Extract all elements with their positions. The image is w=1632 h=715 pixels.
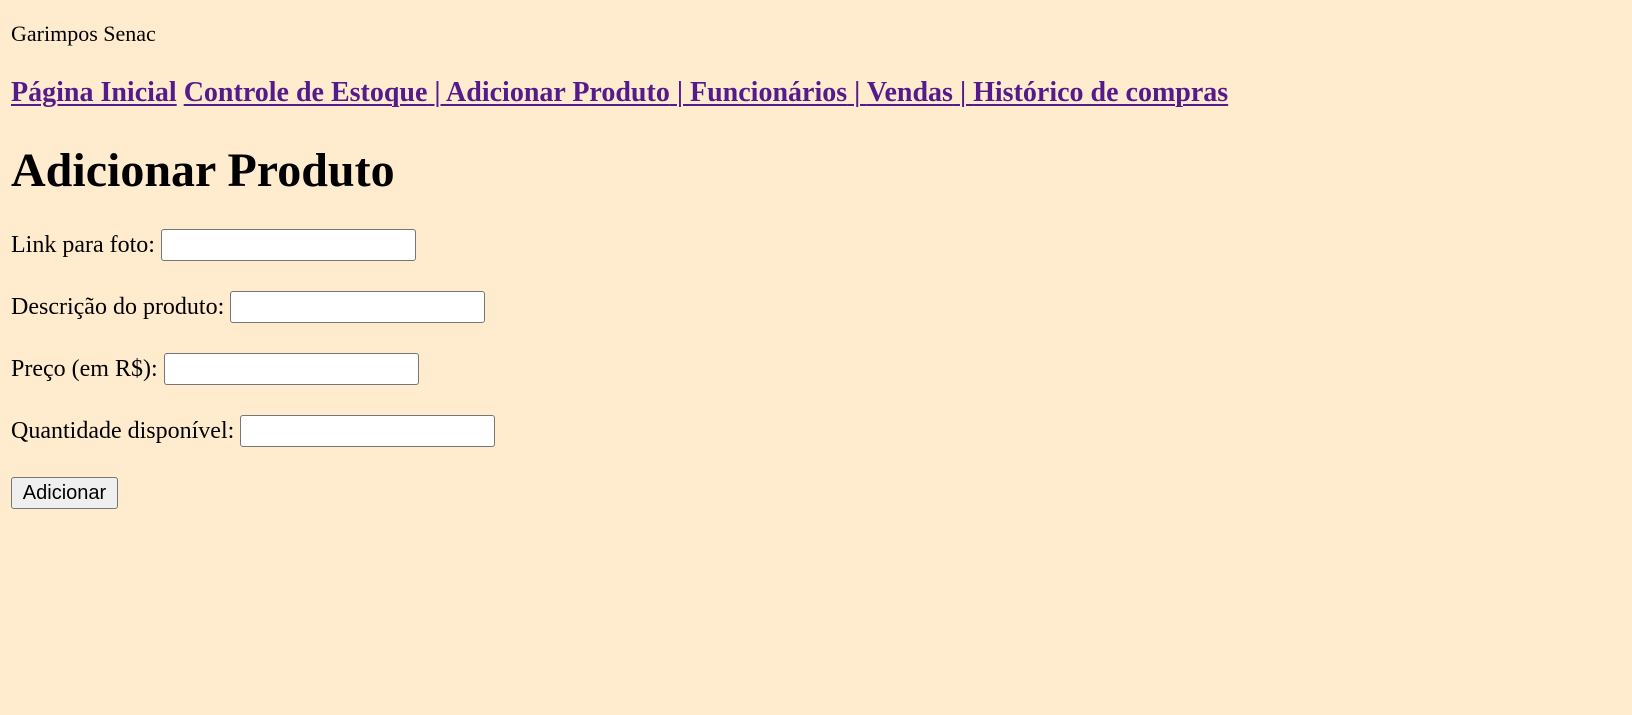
- foto-link-input[interactable]: [160, 229, 416, 261]
- form-row-preco: Preço (em R$):: [11, 353, 419, 385]
- form-row-foto: Link para foto:: [11, 229, 416, 261]
- descricao-label: Descrição do produto:: [11, 294, 225, 320]
- preco-input[interactable]: [163, 353, 419, 385]
- site-brand: Garimpos Senac: [11, 21, 156, 46]
- nav-link-vendas-label: Vendas: [866, 77, 953, 108]
- nav-separator: |: [669, 77, 690, 108]
- quantidade-input[interactable]: [240, 415, 496, 447]
- page-title: Adicionar Produto: [11, 144, 395, 197]
- nav-link-controle-estoque[interactable]: Controle de Estoque |: [184, 77, 446, 108]
- nav-link-funcionarios-label: Funcionários: [690, 77, 848, 108]
- nav-link-pagina-inicial[interactable]: Página Inicial: [11, 77, 177, 108]
- nav-link-adicionar-produto-label: Adicionar Produto: [446, 77, 670, 108]
- nav-separator: |: [847, 77, 867, 108]
- quantidade-label: Quantidade disponível:: [11, 418, 235, 444]
- nav-link-funcionarios[interactable]: Funcionários |: [690, 77, 867, 108]
- preco-label: Preço (em R$):: [11, 356, 158, 382]
- nav-link-historico-compras[interactable]: Histórico de compras: [973, 77, 1228, 108]
- descricao-input[interactable]: [230, 291, 486, 323]
- adicionar-button[interactable]: Adicionar: [11, 477, 118, 509]
- nav-link-vendas[interactable]: Vendas |: [867, 77, 973, 108]
- nav-separator: |: [952, 77, 974, 108]
- main-nav: Página Inicial Controle de Estoque | Adi…: [11, 76, 1228, 110]
- form-row-descricao: Descrição do produto:: [11, 291, 486, 323]
- foto-label: Link para foto:: [11, 232, 155, 258]
- nav-link-controle-estoque-label: Controle de Estoque: [183, 77, 428, 108]
- nav-separator: |: [427, 77, 447, 108]
- nav-link-adicionar-produto[interactable]: Adicionar Produto |: [446, 77, 690, 108]
- form-row-quantidade: Quantidade disponível:: [11, 415, 496, 447]
